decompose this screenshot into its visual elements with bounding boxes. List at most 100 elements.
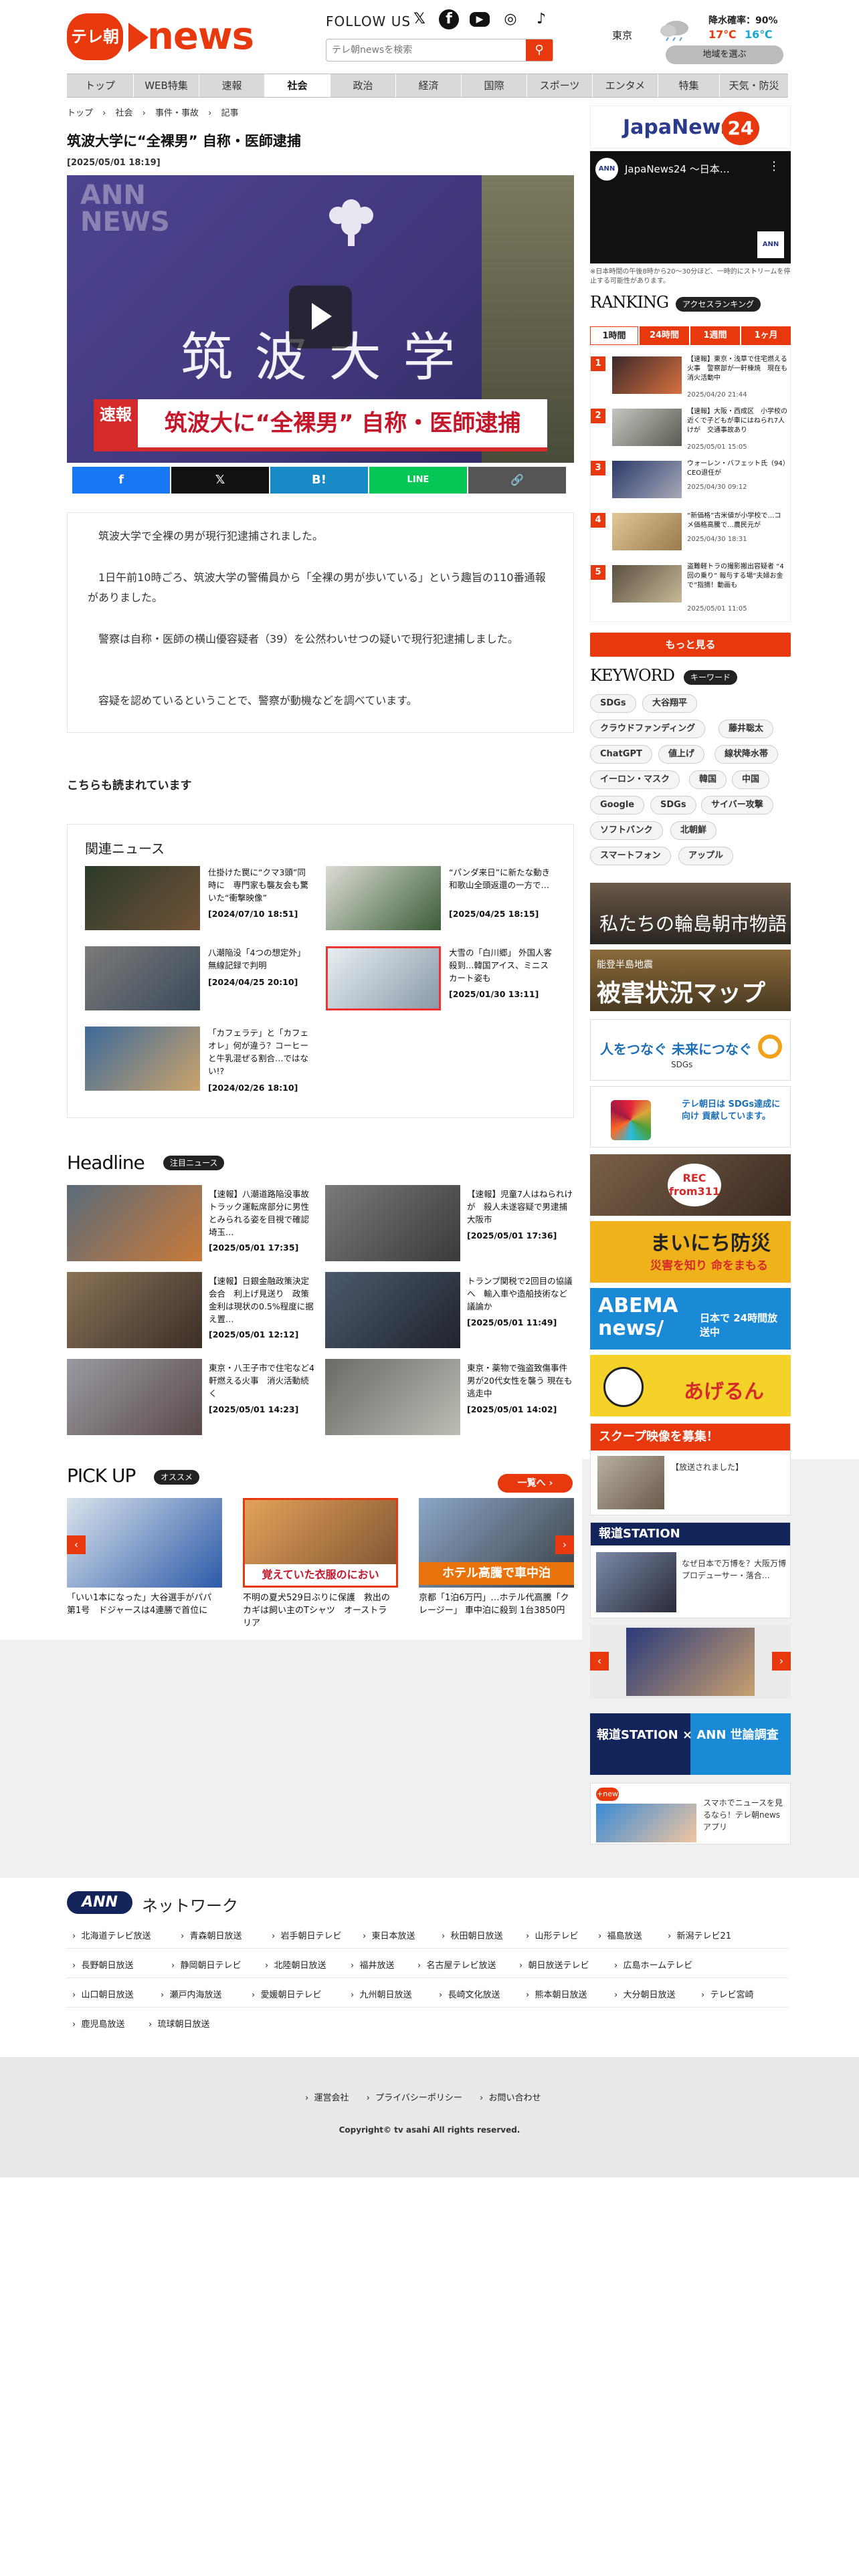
share-line-button[interactable]: LINE (369, 467, 467, 494)
keyword-chip[interactable]: Google (590, 796, 645, 815)
headline-card[interactable]: 【速報】八潮道路陥没事故 トラック運転席部分に男性とみられる姿を目視で確認 埼玉… (67, 1185, 316, 1261)
footer-link-privacy[interactable]: › プライバシーポリシー (367, 2093, 462, 2103)
breadcrumb-society[interactable]: 社会 (116, 108, 133, 118)
wajima-banner[interactable]: 私たちの輪島朝市物語 (590, 883, 791, 944)
article-video-player[interactable]: 筑 波 大 学 ANN NEWS 速報 筑波大に“全裸男” 自称・医師逮捕 (67, 175, 574, 463)
copy-link-button[interactable]: 🔗 (468, 467, 566, 494)
related-item-text[interactable]: “パンダ来日”に新たな動き 和歌山全頭返還の一方で… (449, 866, 556, 891)
pickup-prev-button[interactable]: ‹ (67, 1535, 86, 1554)
keyword-chip[interactable]: ソフトバンク (590, 821, 663, 840)
related-item-text[interactable]: 大雪の「白川郷」 外国人客殺到…韓国アイス、ミニスカート姿も (449, 946, 556, 984)
network-link[interactable]: › 鹿児島放送 (72, 2017, 124, 2030)
network-link[interactable]: › 琉球朝日放送 (149, 2017, 209, 2030)
facebook-icon[interactable]: f (439, 9, 459, 29)
carousel-prev-button[interactable]: ‹ (590, 1652, 609, 1671)
network-link[interactable]: › 広島ホームテレビ (614, 1958, 692, 1971)
poll-banner[interactable]: 報道STATION × ANN 世論調査 (590, 1713, 791, 1775)
pickup-card[interactable]: 覚えていた衣服のにおい 不明の夏犬529日ぶりに保護 救出のカギは飼い主のTシャ… (243, 1498, 398, 1638)
network-link[interactable]: › 長崎文化放送 (439, 1988, 500, 2000)
related-item-text[interactable]: 「カフェラテ」と「カフェオレ」何が違う？コーヒーと牛乳混ぜる割合…ではない!? (208, 1027, 308, 1077)
nav-society[interactable]: 社会 (265, 74, 330, 97)
keyword-chip[interactable]: ChatGPT (590, 745, 652, 764)
region-select-button[interactable]: 地域を選ぶ (666, 45, 783, 64)
keyword-chip[interactable]: サイバー攻撃 (701, 796, 773, 815)
related-thumbnail[interactable] (326, 946, 441, 1010)
search-input[interactable] (332, 42, 519, 58)
ranking-item[interactable]: 1 【速報】東京・浅草で住宅燃える火事 警察部が一軒棟焼 現在も消火活動中 20… (591, 352, 791, 401)
tv-asahi-news-logo[interactable]: テレ朝 news (67, 13, 254, 60)
ranking-more-button[interactable]: もっと見る (590, 633, 791, 657)
related-item-text[interactable]: 仕掛けた罠に“クマ3頭”同時に 専門家も襲友会も驚いた“衝撃映像” (208, 866, 308, 904)
network-link[interactable]: › 青森朝日放送 (181, 1929, 242, 1941)
keyword-chip[interactable]: 大谷翔平 (642, 694, 698, 713)
related-thumbnail[interactable] (85, 946, 200, 1010)
network-link[interactable]: › 九州朝日放送 (351, 1988, 411, 2000)
headline-card[interactable]: 東京・薬物で強盗致傷事件 男が20代女性を襲う 現在も逃走中 [2025/05/… (325, 1359, 574, 1435)
footer-link-contact[interactable]: › お問い合わせ (480, 2093, 541, 2103)
news-app-banner[interactable]: +new スマホでニュースを見るなら！テレ朝newsアプリ (590, 1783, 791, 1844)
network-link[interactable]: › 秋田朝日放送 (442, 1929, 502, 1941)
network-link[interactable]: › 朝日放送テレビ (519, 1958, 589, 1971)
keyword-chip[interactable]: 値上げ (658, 745, 705, 764)
share-facebook-button[interactable]: f (72, 467, 170, 494)
japanews24-live-player[interactable]: ANN JapaNews24 ～日本… ⋮ ANN (590, 151, 791, 263)
nav-politics[interactable]: 政治 (330, 74, 396, 97)
related-thumbnail[interactable] (326, 866, 441, 930)
noto-map-banner[interactable]: 能登半島地震 被害状況マップ (590, 950, 791, 1011)
related-thumbnail[interactable] (85, 866, 200, 930)
youtube-icon[interactable]: ▶ (470, 12, 490, 27)
ageru-banner[interactable]: あげるん (590, 1355, 791, 1416)
keyword-chip[interactable]: クラウドファンディング (590, 720, 706, 738)
keyword-chip[interactable]: アップル (678, 847, 734, 865)
network-link[interactable]: › 瀬戸内海放送 (161, 1988, 221, 2000)
nav-web-feature[interactable]: WEB特集 (134, 74, 199, 97)
japanews24-logo[interactable]: JapaNews 24 (590, 106, 791, 148)
network-link[interactable]: › 北海道テレビ放送 (72, 1929, 151, 1941)
nav-sports[interactable]: スポーツ (527, 74, 593, 97)
keyword-chip[interactable]: SDGs (650, 796, 696, 815)
related-thumbnail[interactable] (85, 1027, 200, 1091)
keyword-chip[interactable]: 線状降水帯 (714, 745, 779, 764)
ranking-tab-1w[interactable]: 1週間 (690, 326, 740, 345)
play-button[interactable] (289, 286, 352, 348)
nav-special[interactable]: 特集 (658, 74, 720, 97)
network-link[interactable]: › 福井放送 (351, 1958, 394, 1971)
headline-card[interactable]: 東京・八王子市で住宅など4軒燃える火事 消火活動続く [2025/05/01 1… (67, 1359, 316, 1435)
pickup-card[interactable]: ホテル高騰で車中泊 京都「1泊6万円」…ホテル代高騰「クレージー」 車中泊に殺到… (419, 1498, 574, 1638)
pickup-more-button[interactable]: 一覧へ › (498, 1474, 573, 1493)
nav-weather[interactable]: 天気・防災 (720, 74, 788, 97)
footer-link-company[interactable]: › 運営会社 (305, 2093, 349, 2103)
headline-card[interactable]: 【速報】日銀金融政策決定会合 利上げ見送り 政策金利は現状の0.5%程度に据え置… (67, 1272, 316, 1348)
scoop-banner[interactable]: スクープ映像を募集！ 【放送されました】 (590, 1423, 791, 1515)
network-link[interactable]: › 山形テレビ (526, 1929, 578, 1941)
ranking-item[interactable]: 2 【速報】大阪・西成区 小学校の近くで子どもが車にはねられ7人けが 交通事故あ… (591, 405, 791, 453)
network-link[interactable]: › 名古屋テレビ放送 (417, 1958, 496, 1971)
pickup-card[interactable]: 「いい1本になった」大谷選手がパパ第1号 ドジャースは4連勝で首位に (67, 1498, 222, 1638)
network-link[interactable]: › 長野朝日放送 (72, 1958, 133, 1971)
ranking-tab-1m[interactable]: 1ヶ月 (741, 326, 791, 345)
keyword-chip[interactable]: 韓国 (689, 770, 727, 789)
carousel-next-button[interactable]: › (772, 1652, 791, 1671)
network-link[interactable]: › 東日本放送 (363, 1929, 415, 1941)
instagram-icon[interactable]: ◎ (500, 9, 520, 29)
keyword-chip[interactable]: 藤井聡太 (719, 720, 774, 738)
keyword-chip[interactable]: 北朝鮮 (670, 821, 717, 840)
nav-economy[interactable]: 経済 (396, 74, 462, 97)
x-icon[interactable]: 𝕏 (409, 9, 430, 29)
keyword-chip[interactable]: 中国 (732, 770, 770, 789)
headline-card[interactable]: トランプ関税で2回目の協議へ 輸入車や造船技術など議論か [2025/05/01… (325, 1272, 574, 1348)
network-link[interactable]: › 新潟テレビ21 (668, 1929, 731, 1941)
related-item-text[interactable]: 八潮陥没「4つの想定外」 無線記録で判明 (208, 946, 308, 972)
network-link[interactable]: › テレビ宮崎 (701, 1988, 753, 2000)
breadcrumb-top[interactable]: トップ (67, 108, 93, 118)
keyword-chip[interactable]: SDGs (590, 694, 636, 713)
nav-entertainment[interactable]: エンタメ (593, 74, 658, 97)
share-hatena-button[interactable]: B! (270, 467, 368, 494)
hodo-station-banner[interactable]: 報道STATION なぜ日本で万博を？大阪万博プロデューサー・落合… (590, 1522, 791, 1618)
search-button[interactable]: ⚲ (526, 39, 553, 61)
sdgs-contribution-banner[interactable]: テレ朝日は SDGs達成に向け 貢献しています。 (590, 1086, 791, 1148)
network-link[interactable]: › 北陸朝日放送 (265, 1958, 326, 1971)
network-link[interactable]: › 岩手朝日テレビ (272, 1929, 341, 1941)
sdgs-banner[interactable]: 人をつなぐ 未来につなぐ SDGs (590, 1019, 791, 1081)
network-link[interactable]: › 福島放送 (598, 1929, 642, 1941)
